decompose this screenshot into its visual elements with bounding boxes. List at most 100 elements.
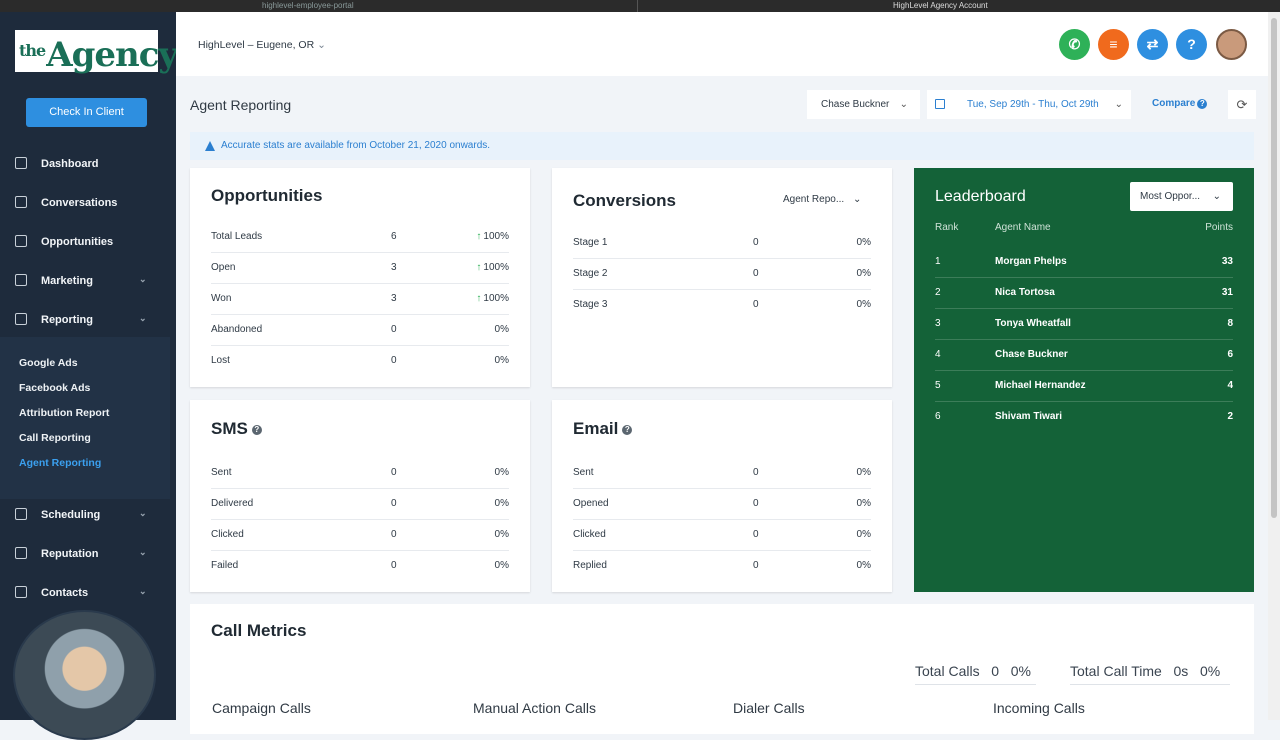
row-percent: 0% [494,498,509,509]
row-label: Failed [211,560,239,571]
rank-cell: 5 [935,380,941,391]
row-label: Clicked [573,529,606,540]
user-avatar[interactable] [1216,29,1247,60]
top-header: HighLevel – Eugene, OR ⌄ ✆ ≡ ⇄ ? [176,12,1268,76]
opportunities-row: Total Leads 6 ↑ 100% [211,222,509,253]
leaderboard-metric-select[interactable]: Most Oppor... ⌄ [1130,182,1233,211]
phone-icon[interactable]: ✆ [1059,29,1090,60]
row-label: Stage 3 [573,299,608,310]
chat-icon [15,196,27,208]
switch-account-icon[interactable]: ⇄ [1137,29,1168,60]
email-row: Sent 0 0% [573,458,871,489]
row-label: Open [211,262,236,273]
incoming-calls-heading: Incoming Calls [993,700,1085,716]
agent-name-cell: Nica Tortosa [995,287,1055,298]
subnav-item-attribution-report[interactable]: Attribution Report [19,407,109,419]
points-cell: 33 [1221,256,1233,267]
subnav-item-agent-reporting[interactable]: Agent Reporting [19,457,101,469]
rank-cell: 6 [935,411,941,422]
calendar-icon [935,99,945,109]
chevron-down-icon: ⌄ [139,508,147,518]
location-switcher[interactable]: HighLevel – Eugene, OR ⌄ [198,39,326,51]
sidebar-item-conversations[interactable]: Conversations [0,188,176,218]
sidebar-item-scheduling[interactable]: Scheduling ⌄ [0,500,176,530]
arrow-up-icon: ↑ [476,262,482,273]
page-scrollbar[interactable] [1268,12,1280,720]
sms-row: Delivered 0 0% [211,489,509,520]
sidebar-item-opportunities[interactable]: Opportunities [0,227,176,257]
conversions-title: Conversions [573,191,676,210]
row-percent: 0% [856,498,871,509]
row-value: 0 [391,467,397,478]
check-in-client-button[interactable]: Check In Client [26,98,147,127]
browser-tab-agency-account[interactable]: HighLevel Agency Account [893,1,988,10]
row-percent: 0% [856,467,871,478]
points-header: Points [1205,222,1233,233]
row-value: 3 [391,262,397,273]
row-percent: 0% [856,560,871,571]
presenter-webcam-overlay [13,610,156,740]
sidebar-item-dashboard[interactable]: Dashboard [0,149,176,179]
row-percent: 0% [494,467,509,478]
help-icon[interactable]: ? [1176,29,1207,60]
subnav-item-call-reporting[interactable]: Call Reporting [19,432,91,444]
email-row: Clicked 0 0% [573,520,871,551]
row-value: 0 [753,560,759,571]
leaderboard-row: 2 Nica Tortosa 31 [935,278,1233,309]
row-value: 0 [753,268,759,279]
agency-logo[interactable]: theAgency [15,30,178,75]
tasks-icon[interactable]: ≡ [1098,29,1129,60]
row-label: Clicked [211,529,244,540]
sidebar-item-contacts[interactable]: Contacts ⌄ [0,578,176,608]
row-value: 0 [391,324,397,335]
row-value: 3 [391,293,397,304]
row-value: 0 [753,299,759,310]
leaderboard-row: 4 Chase Buckner 6 [935,340,1233,371]
opportunities-row: Abandoned 0 0% [211,315,509,346]
row-percent: ↑ 100% [476,293,509,304]
sidebar-item-reputation[interactable]: Reputation ⌄ [0,539,176,569]
email-row: Replied 0 0% [573,551,871,582]
row-label: Sent [211,467,232,478]
row-value: 6 [391,231,397,242]
date-range-picker[interactable]: Tue, Sep 29th - Thu, Oct 29th ⌄ [927,90,1131,119]
conversions-row: Stage 3 0 0% [573,290,871,321]
row-percent: 0% [494,324,509,335]
reporting-submenu: Google Ads Facebook Ads Attribution Report… [0,337,170,499]
row-value: 0 [391,498,397,509]
subnav-item-facebook-ads[interactable]: Facebook Ads [19,382,90,394]
refresh-icon[interactable]: ⟳ [1228,90,1256,119]
leaderboard-title: Leaderboard [935,188,1026,205]
row-label: Total Leads [211,231,263,242]
star-icon [15,547,27,559]
row-label: Delivered [211,498,254,509]
subnav-item-google-ads[interactable]: Google Ads [19,357,78,369]
sidebar-item-marketing[interactable]: Marketing ⌄ [0,266,176,296]
row-percent: 0% [856,237,871,248]
rank-cell: 3 [935,318,941,329]
opportunities-row: Lost 0 0% [211,346,509,377]
page-title: Agent Reporting [190,97,292,113]
agent-name-cell: Morgan Phelps [995,256,1067,267]
points-cell: 4 [1227,380,1233,391]
row-percent: ↑ 100% [476,231,509,242]
manual-action-calls-heading: Manual Action Calls [473,700,596,716]
scrollbar-thumb[interactable] [1271,18,1277,518]
row-label: Won [211,293,232,304]
calendar-icon [15,508,27,520]
sms-help-icon[interactable]: ? [251,425,262,435]
chart-icon [15,313,27,325]
row-label: Opened [573,498,609,509]
row-label: Lost [211,355,230,366]
sidebar-item-reporting[interactable]: Reporting ⌄ [0,305,176,335]
browser-tab-bar: highlevel-employee-portal HighLevel Agen… [0,0,1280,12]
email-help-icon[interactable]: ? [622,425,633,435]
row-percent: 0% [494,529,509,540]
compare-button[interactable]: Compare? [1152,98,1208,109]
agent-filter-select[interactable]: Chase Buckner ⌄ [807,90,920,119]
conversions-filter-select[interactable]: Agent Repo... ⌄ [783,194,861,205]
browser-tab-employee-portal[interactable]: highlevel-employee-portal [262,1,354,10]
points-cell: 8 [1227,318,1233,329]
mail-icon [15,274,27,286]
points-cell: 6 [1227,349,1233,360]
